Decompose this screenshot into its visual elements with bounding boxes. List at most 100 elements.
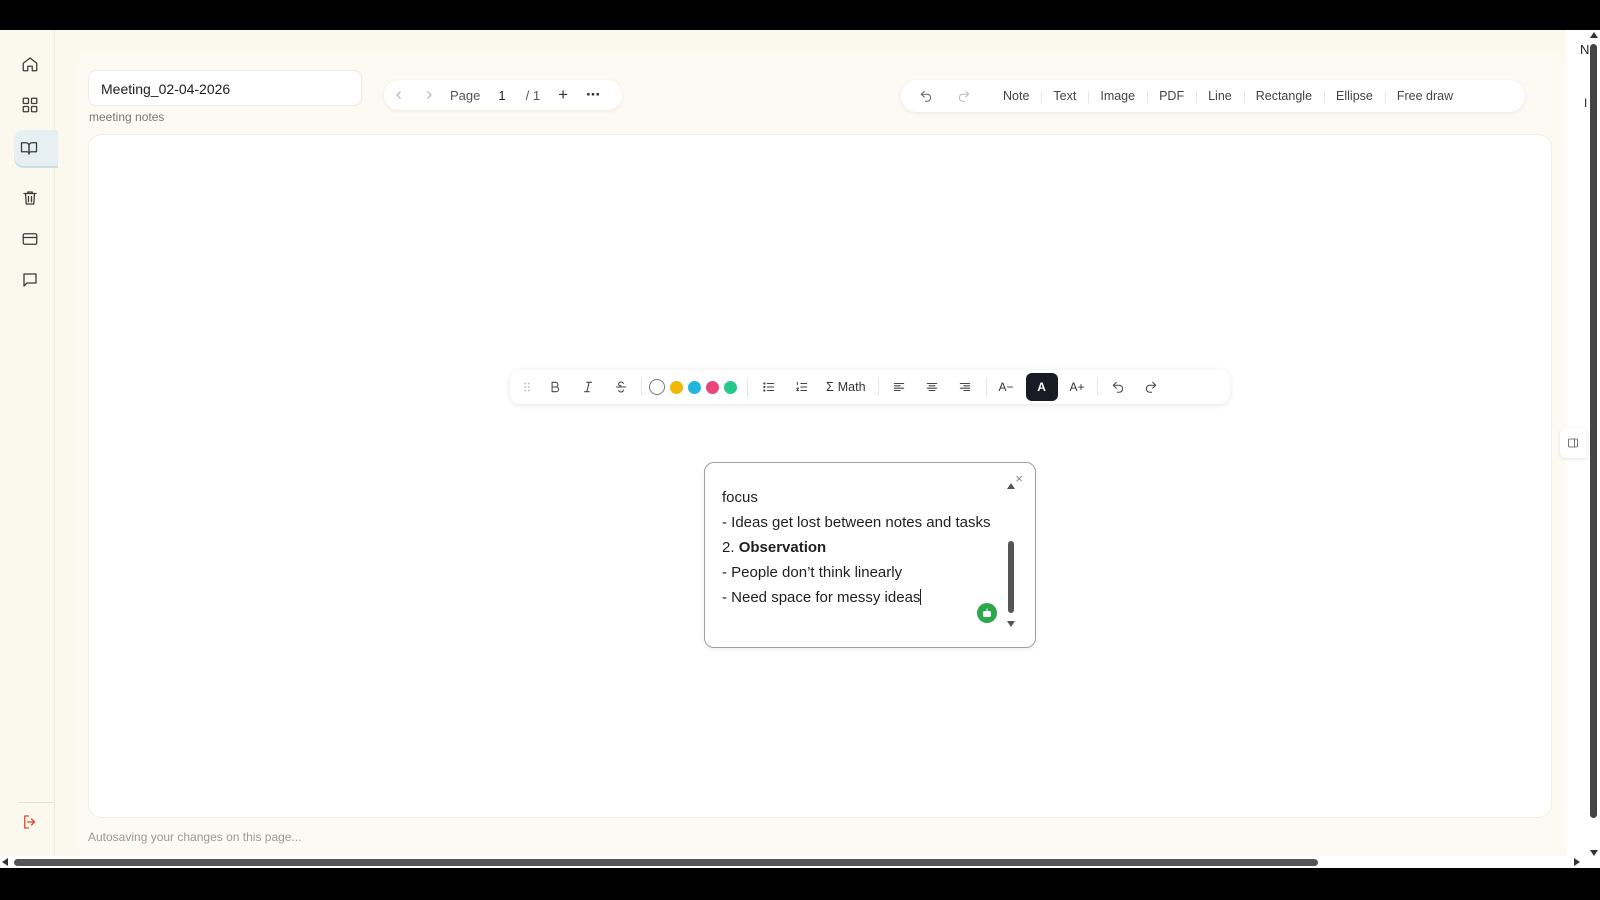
increase-font-button[interactable]: A+	[1062, 372, 1093, 402]
text-format-toolbar: Σ Math A− A A+	[510, 370, 1230, 404]
bullet-list-icon	[762, 382, 774, 392]
vertical-scrollbar[interactable]	[1588, 30, 1600, 868]
align-right-icon	[959, 382, 971, 392]
sidebar-item-home[interactable]	[16, 50, 44, 78]
color-swatch-green[interactable]	[723, 380, 737, 394]
redo-button[interactable]	[945, 81, 983, 111]
document-subtitle[interactable]: meeting notes	[89, 110, 164, 124]
sidebar-item-dashboard[interactable]	[16, 91, 44, 119]
sidebar-item-messages[interactable]	[16, 266, 44, 294]
font-size-current[interactable]: A	[1025, 373, 1058, 401]
note-redo-button[interactable]	[1135, 372, 1168, 402]
undo-button[interactable]	[907, 81, 945, 111]
sidebar-item-notebooks[interactable]	[14, 130, 58, 166]
trash-icon	[23, 191, 37, 205]
toolbar-divider	[641, 378, 642, 396]
horizontal-scroll-thumb[interactable]	[14, 859, 1318, 866]
next-page-button[interactable]	[414, 80, 444, 110]
align-left-icon	[893, 382, 905, 392]
bullet-list-button[interactable]	[752, 372, 785, 402]
card-icon	[22, 233, 38, 245]
sidebar-divider	[18, 802, 54, 803]
logout-button[interactable]	[16, 808, 44, 836]
redo-icon	[958, 90, 970, 102]
add-page-button[interactable]: +	[558, 85, 568, 105]
italic-button[interactable]	[571, 372, 604, 402]
scroll-up-arrow[interactable]	[1590, 32, 1598, 38]
horizontal-scrollbar[interactable]	[0, 856, 1600, 868]
editor-panel: Meeting_02-04-2026 meeting notes Page 1 …	[74, 52, 1566, 860]
tool-line[interactable]: Line	[1196, 81, 1244, 111]
math-button[interactable]: Σ Math	[818, 372, 874, 402]
scroll-down-arrow[interactable]	[1007, 621, 1015, 627]
bold-icon	[551, 381, 559, 393]
page-label: Page	[450, 87, 481, 103]
note-line-text: - Need space for messy ideas	[722, 589, 921, 606]
text-caret	[920, 589, 922, 605]
assistant-badge[interactable]	[977, 603, 997, 623]
scroll-right-arrow[interactable]	[1574, 858, 1580, 866]
tool-pdf[interactable]: PDF	[1147, 81, 1196, 111]
drag-handle[interactable]	[516, 372, 538, 402]
insert-toolbar: Note Text Image PDF Line Rectangle Ellip…	[901, 80, 1525, 112]
letterbox	[0, 868, 1600, 900]
note-undo-button[interactable]	[1102, 372, 1135, 402]
tool-note[interactable]: Note	[991, 81, 1041, 111]
note-bold-text: Observation	[738, 539, 827, 556]
vertical-scroll-thumb[interactable]	[1590, 44, 1597, 818]
note-line: focus	[722, 489, 758, 506]
color-swatch-white[interactable]	[648, 379, 665, 395]
note-line: - People don’t think linearly	[722, 564, 903, 581]
align-left-button[interactable]	[883, 372, 916, 402]
sidebar-item-trash[interactable]	[16, 184, 44, 212]
current-page-input[interactable]: 1	[498, 88, 505, 103]
toolbar-divider	[985, 378, 987, 396]
scroll-thumb[interactable]	[1008, 541, 1014, 613]
color-swatch-blue[interactable]	[687, 380, 701, 394]
undo-icon	[920, 90, 932, 102]
bold-button[interactable]	[538, 372, 571, 402]
sidebar	[0, 30, 58, 868]
sigma-icon: Σ	[826, 380, 834, 394]
decrease-font-button[interactable]: A−	[991, 372, 1022, 402]
redo-icon	[1145, 381, 1157, 393]
italic-icon	[583, 381, 592, 393]
app-window: Meeting_02-04-2026 meeting notes Page 1 …	[0, 30, 1600, 868]
note-list-number: 2.	[722, 539, 739, 556]
sidebar-item-billing[interactable]	[16, 225, 44, 253]
previous-page-button[interactable]	[384, 80, 414, 110]
note-line: 2. Observation	[722, 535, 992, 560]
note-line: - Ideas get lost between notes and tasks	[722, 514, 991, 531]
notebook-icon	[20, 142, 38, 155]
close-note-button[interactable]: ×	[1015, 471, 1023, 486]
undo-icon	[1112, 381, 1124, 393]
tool-ellipse[interactable]: Ellipse	[1324, 81, 1385, 111]
document-title-input[interactable]: Meeting_02-04-2026	[88, 70, 362, 106]
chevron-left-icon	[396, 91, 401, 99]
align-right-button[interactable]	[949, 372, 982, 402]
page-navigator: Page 1 / 1 + ···	[384, 80, 622, 110]
autosave-status: Autosaving your changes on this page...	[88, 830, 302, 844]
numbered-list-button[interactable]	[785, 372, 818, 402]
tool-text[interactable]: Text	[1041, 81, 1088, 111]
note-text-editor[interactable]: focus - Ideas get lost between notes and…	[722, 485, 992, 610]
align-center-icon	[926, 382, 938, 392]
scroll-up-arrow[interactable]	[1007, 483, 1015, 489]
tool-rectangle[interactable]: Rectangle	[1243, 81, 1324, 111]
more-options-button[interactable]: ···	[586, 85, 601, 105]
note-scrollbar[interactable]	[1007, 483, 1015, 629]
toggle-side-panel-button[interactable]	[1560, 428, 1586, 458]
total-pages: / 1	[525, 87, 541, 103]
color-swatch-pink[interactable]	[705, 380, 719, 394]
scroll-left-arrow[interactable]	[2, 858, 8, 866]
align-center-button[interactable]	[916, 372, 949, 402]
message-icon	[23, 273, 37, 287]
color-swatch-yellow[interactable]	[669, 380, 683, 394]
sticky-note[interactable]: × focus - Ideas get lost between notes a…	[704, 462, 1036, 648]
strikethrough-button[interactable]	[604, 372, 637, 402]
chevron-right-icon	[427, 91, 432, 99]
tool-image[interactable]: Image	[1088, 81, 1147, 111]
dashboard-icon	[22, 97, 38, 113]
robot-icon	[983, 608, 991, 617]
tool-free-draw[interactable]: Free draw	[1384, 81, 1465, 111]
